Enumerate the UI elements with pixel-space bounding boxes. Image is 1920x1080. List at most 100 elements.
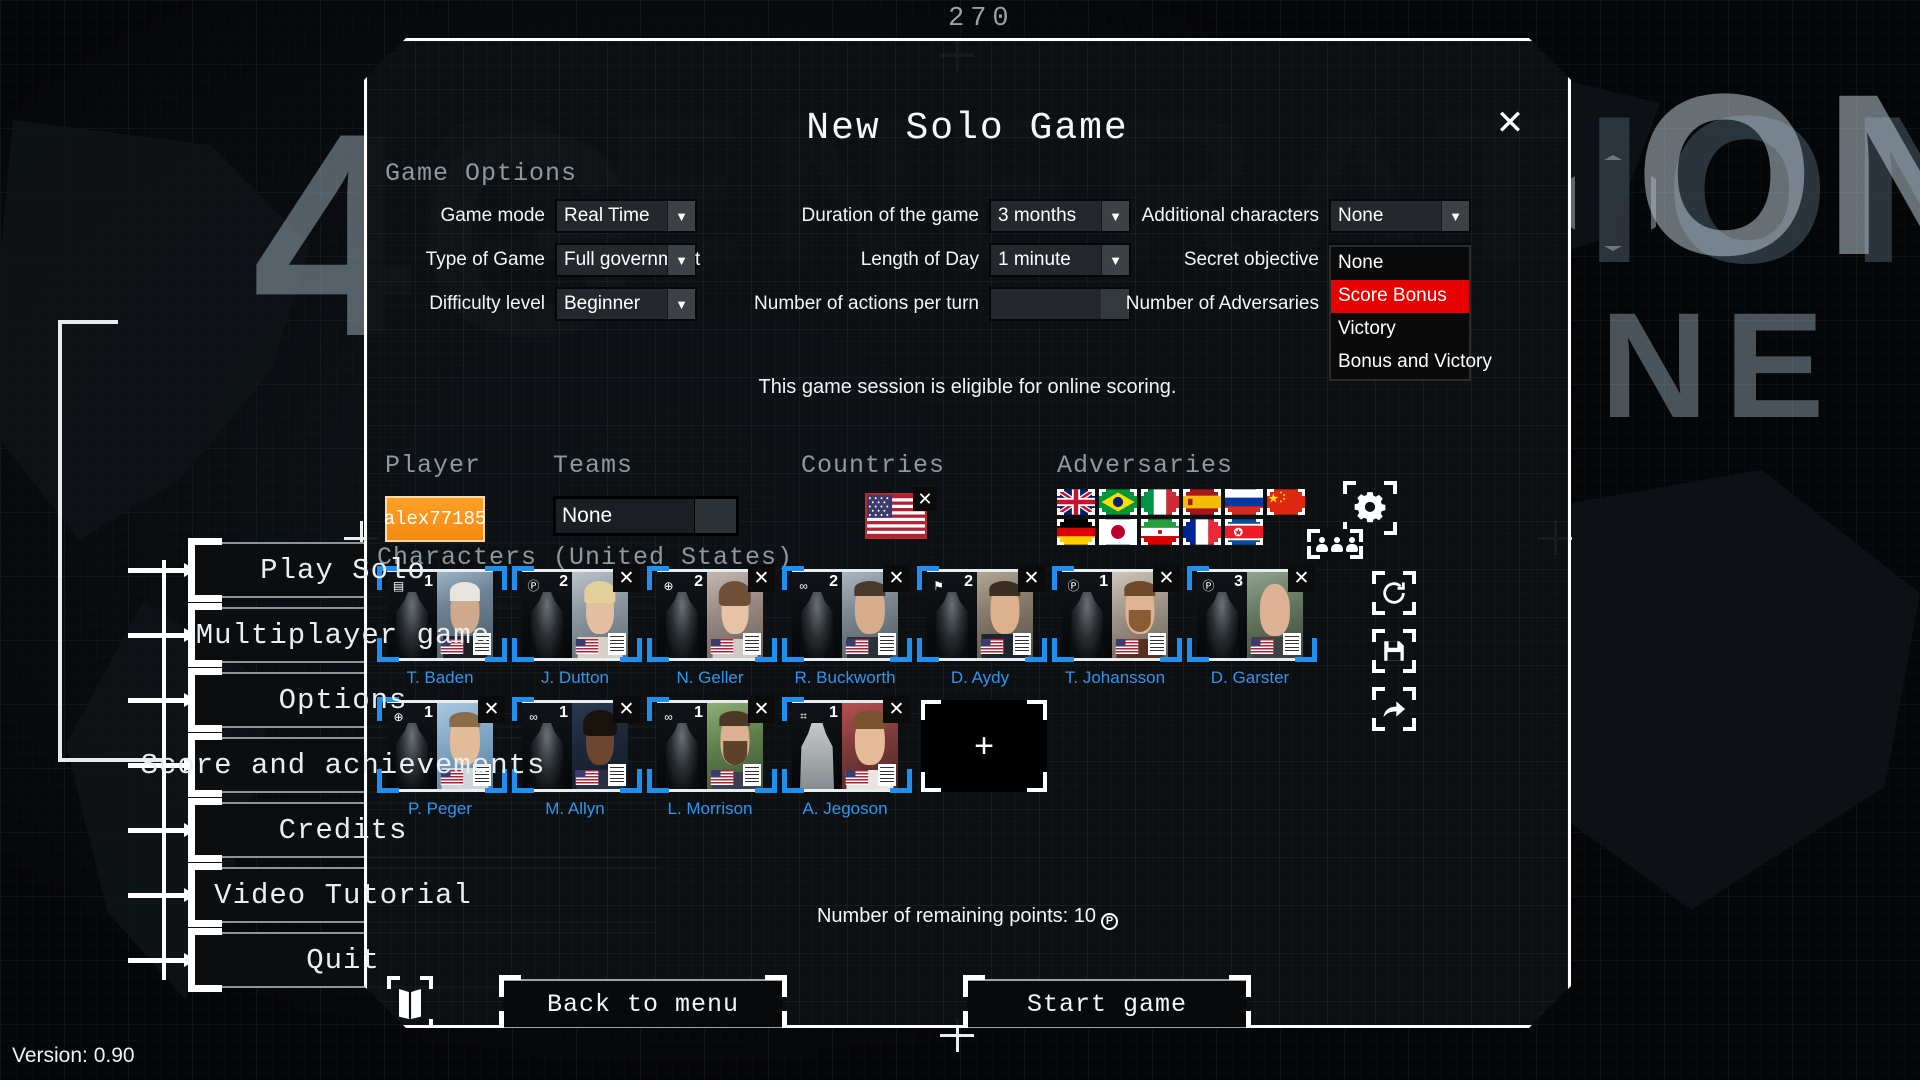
character-card-d-aydy[interactable]: ⚑ 2 ✕ D. Aydy (917, 569, 1043, 666)
selection-bracket (1158, 636, 1182, 662)
people-icon (1346, 537, 1358, 552)
country-flag-icon (1250, 639, 1274, 654)
start-game-label: Start game (1026, 989, 1188, 1019)
characters-section-label: Characters (United States) (377, 543, 794, 572)
dropdown-option-none[interactable]: None (1331, 247, 1469, 280)
save-preset-button[interactable] (1372, 629, 1416, 673)
remove-character-icon[interactable]: ✕ (1153, 565, 1180, 592)
menu-item-label: Play Solo (260, 553, 426, 587)
adversary-flag-france[interactable] (1183, 519, 1221, 545)
duration-of-game-select[interactable]: 3 months ▼ (989, 199, 1131, 233)
remove-country-icon[interactable]: ✕ (913, 487, 937, 511)
character-name: L. Morrison (667, 799, 753, 818)
team-value: None (562, 504, 613, 527)
character-level: 1 (694, 704, 703, 721)
actions-per-turn-input[interactable] (989, 287, 1131, 321)
secret-objective-dropdown[interactable]: None Score Bonus Victory Bonus and Victo… (1329, 245, 1471, 381)
adversary-flag-north-korea[interactable] (1225, 519, 1263, 545)
remove-character-icon[interactable]: ✕ (613, 696, 640, 723)
chevron-down-icon: ▼ (667, 201, 695, 231)
menu-lead-line (128, 693, 196, 707)
remove-character-icon[interactable]: ✕ (748, 565, 775, 592)
ghost-title-right: ON (1635, 46, 1920, 303)
option-type-of-game: Type of Game Full government ▼ (385, 243, 697, 277)
remove-character-icon[interactable]: ✕ (883, 565, 910, 592)
adversary-flag-japan[interactable] (1099, 519, 1137, 545)
close-icon[interactable]: ✕ (1488, 101, 1532, 145)
dropdown-option-bonus-and-victory[interactable]: Bonus and Victory (1331, 346, 1469, 379)
remove-character-icon[interactable]: ✕ (613, 565, 640, 592)
selection-bracket (512, 566, 536, 592)
adversary-flag-china[interactable] (1267, 489, 1305, 515)
character-level: 3 (1234, 573, 1243, 590)
adversaries-section-label: Adversaries (1057, 451, 1234, 480)
dropdown-option-score-bonus[interactable]: Score Bonus (1331, 280, 1469, 313)
share-export-button[interactable] (1372, 687, 1416, 731)
adversary-flag-germany[interactable] (1057, 519, 1095, 545)
character-card-n-geller[interactable]: ⊕ 2 ✕ N. Geller (647, 569, 773, 666)
remove-character-icon[interactable]: ✕ (1018, 565, 1045, 592)
team-select[interactable]: None (553, 496, 739, 536)
character-card-j-dutton[interactable]: Ⓟ 2 ✕ J. Dutton (512, 569, 638, 666)
adversaries-row (1057, 489, 1305, 515)
adversary-flag-iran[interactable] (1141, 519, 1179, 545)
type-of-game-select[interactable]: Full government ▼ (555, 243, 697, 277)
dropdown-option-victory[interactable]: Victory (1331, 313, 1469, 346)
selection-bracket (753, 767, 777, 793)
country-flag-icon (980, 639, 1004, 654)
player-name-badge[interactable]: alex77185 (385, 496, 485, 542)
difficulty-level-select[interactable]: Beginner ▼ (555, 287, 697, 321)
menu-item-label: Multiplayer game (195, 618, 491, 652)
character-name: R. Buckworth (794, 668, 896, 687)
adversary-flag-spain[interactable] (1183, 489, 1221, 515)
adversaries-flag-grid (1057, 489, 1305, 549)
adversary-flag-russia[interactable] (1225, 489, 1263, 515)
selected-country-flag[interactable]: ✕ (865, 493, 927, 539)
selection-bracket (1052, 636, 1076, 662)
gear-icon (1351, 489, 1389, 527)
selection-bracket (647, 767, 671, 793)
game-options-label: Game Options (385, 159, 578, 188)
share-arrow-icon (1380, 695, 1408, 723)
chevron-down-icon: ▼ (1441, 201, 1469, 231)
points-icon: P (1101, 913, 1118, 930)
remove-character-icon[interactable]: ✕ (478, 696, 505, 723)
option-actions-per-turn: Number of actions per turn (749, 287, 1131, 321)
selection-bracket (647, 697, 671, 723)
compass-bearing-label: 270 (948, 4, 1015, 34)
group-characters-button[interactable] (1307, 529, 1363, 559)
length-of-day-select[interactable]: 1 minute ▼ (989, 243, 1131, 277)
adversary-flag-brazil[interactable] (1099, 489, 1137, 515)
reset-characters-button[interactable] (1372, 571, 1416, 615)
countries-section-label: Countries (801, 451, 946, 480)
character-name: N. Geller (676, 668, 744, 687)
remove-character-icon[interactable]: ✕ (748, 696, 775, 723)
select-value: Real Time (564, 205, 650, 226)
additional-characters-select[interactable]: None ▼ (1329, 199, 1471, 233)
option-game-mode: Game mode Real Time ▼ (385, 199, 697, 233)
back-to-menu-button[interactable]: Back to menu (503, 979, 783, 1029)
selection-bracket (483, 566, 507, 592)
character-level: 1 (829, 704, 838, 721)
character-card-d-garster[interactable]: Ⓟ 3 ✕ D. Garster (1187, 569, 1313, 666)
character-card-t-johansson[interactable]: Ⓟ 1 ✕ T. Johansson (1052, 569, 1178, 666)
selection-bracket (917, 636, 941, 662)
adversary-settings-button[interactable] (1343, 481, 1397, 535)
start-game-button[interactable]: Start game (967, 979, 1247, 1029)
selection-bracket (618, 636, 642, 662)
character-card-l-morrison[interactable]: ∞ 1 ✕ L. Morrison (647, 700, 773, 797)
remove-character-icon[interactable]: ✕ (883, 696, 910, 723)
adversary-flag-united-kingdom[interactable] (1057, 489, 1095, 515)
country-flag-icon (575, 770, 599, 785)
selection-bracket (782, 697, 806, 723)
chevron-down-icon: ▼ (667, 245, 695, 275)
character-card-r-buckworth[interactable]: ∞ 2 ✕ R. Buckworth (782, 569, 908, 666)
selection-bracket (888, 636, 912, 662)
adversary-flag-italy[interactable] (1141, 489, 1179, 515)
selection-bracket (782, 566, 806, 592)
add-character-button[interactable]: + (921, 700, 1047, 792)
character-card-a-jegoson[interactable]: ⌗ 1 ✕ A. Jegoson (782, 700, 908, 797)
game-mode-select[interactable]: Real Time ▼ (555, 199, 697, 233)
remove-character-icon[interactable]: ✕ (1288, 565, 1315, 592)
people-icon (1316, 537, 1328, 552)
